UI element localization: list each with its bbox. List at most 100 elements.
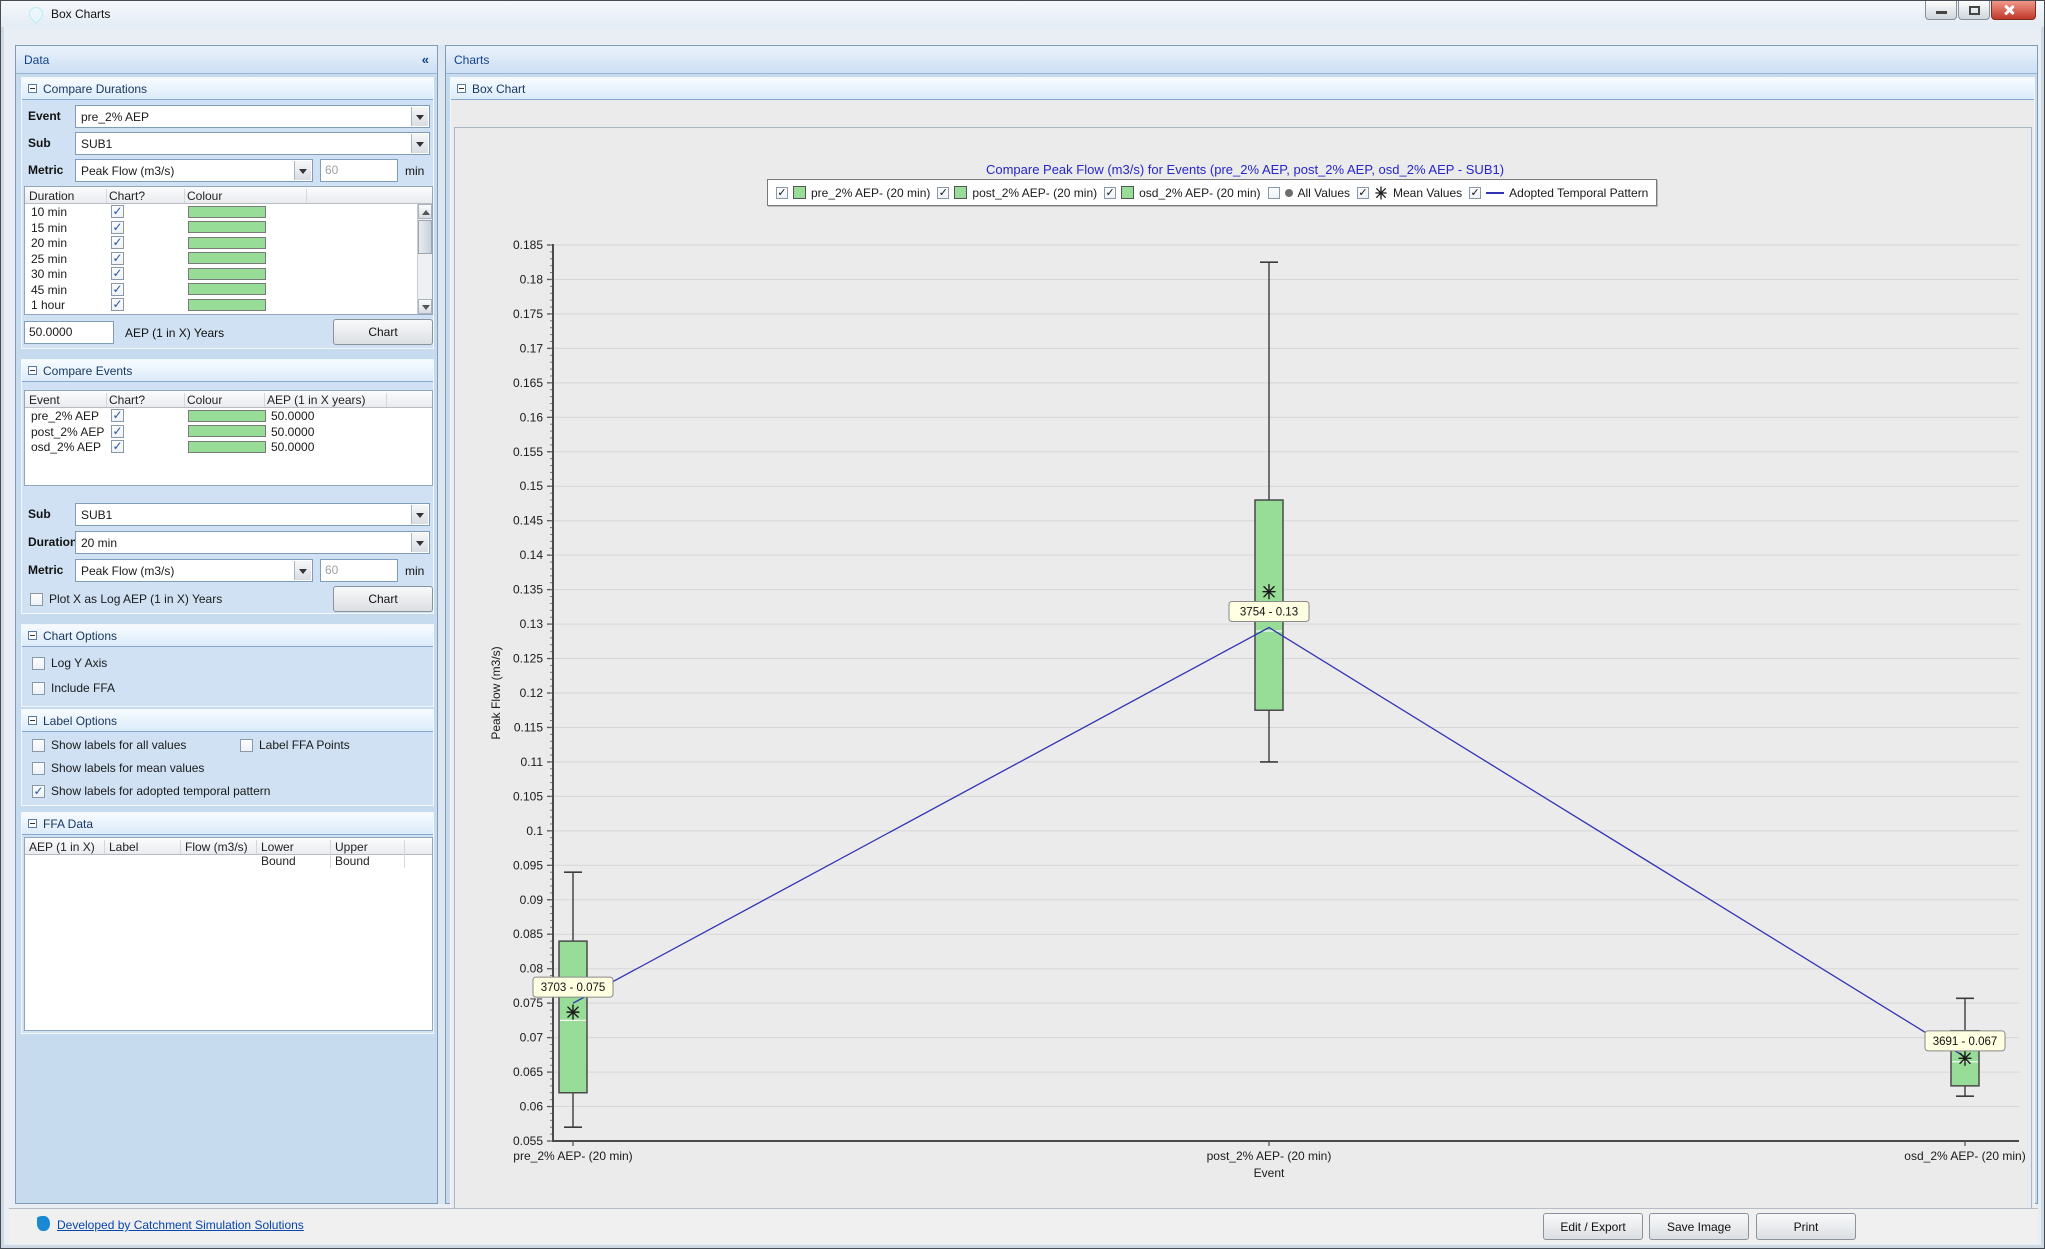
legend-checkbox[interactable]: ✓ (937, 187, 949, 199)
legend-checkbox[interactable]: ✓ (776, 187, 788, 199)
duration-chart-checkbox[interactable]: ✓ (111, 298, 124, 311)
legend-item[interactable]: All Values (1268, 186, 1350, 200)
chevron-down-icon[interactable] (411, 107, 428, 126)
colour-swatch[interactable] (188, 252, 266, 264)
col-colour[interactable]: Colour (187, 393, 265, 407)
collapse-panel-button[interactable]: « (422, 52, 429, 67)
sub-dropdown[interactable]: SUB1 (75, 132, 430, 155)
compare-events-group: Compare Events Event Chart? Colour AEP (… (21, 359, 434, 614)
col-label[interactable]: Label (109, 840, 181, 854)
col-chart[interactable]: Chart? (109, 189, 185, 203)
duration-row[interactable]: 1.50 hour✓ (25, 313, 417, 315)
colour-swatch[interactable] (188, 221, 266, 233)
panel-splitter[interactable] (438, 45, 445, 1204)
event-row[interactable]: post_2% AEP✓50.0000 (25, 424, 432, 440)
colour-swatch[interactable] (188, 283, 266, 295)
chart-button-durations[interactable]: Chart (333, 319, 433, 345)
legend-item[interactable]: ✓Adopted Temporal Pattern (1469, 186, 1648, 200)
include-ffa-checkbox[interactable] (32, 682, 45, 695)
edit-export-button[interactable]: Edit / Export (1543, 1213, 1643, 1240)
colour-swatch[interactable] (188, 410, 266, 422)
legend-checkbox[interactable]: ✓ (1469, 187, 1481, 199)
colour-swatch[interactable] (188, 299, 266, 311)
event-row[interactable]: osd_2% AEP✓50.0000 (25, 439, 432, 455)
developer-link[interactable]: Developed by Catchment Simulation Soluti… (57, 1218, 304, 1232)
box-chart-header[interactable]: Box Chart (451, 78, 2034, 100)
compare-events-header[interactable]: Compare Events (22, 360, 433, 382)
log-y-axis-checkbox[interactable] (32, 657, 45, 670)
duration-row[interactable]: 20 min✓ (25, 235, 417, 251)
metric-dropdown-events[interactable]: Peak Flow (m3/s) (75, 559, 313, 582)
col-duration[interactable]: Duration (29, 189, 107, 203)
legend-checkbox[interactable]: ✓ (1357, 187, 1369, 199)
labels-adopted-pattern-checkbox[interactable]: ✓ (32, 785, 45, 798)
svg-text:3703 - 0.075: 3703 - 0.075 (541, 982, 606, 994)
duration-row[interactable]: 25 min✓ (25, 251, 417, 267)
chevron-down-icon[interactable] (294, 561, 311, 580)
plot-log-checkbox[interactable] (30, 593, 43, 606)
colour-swatch[interactable] (188, 441, 266, 453)
duration-row[interactable]: 10 min✓ (25, 204, 417, 220)
colour-swatch[interactable] (188, 268, 266, 280)
col-event[interactable]: Event (29, 393, 107, 407)
chart-button-events[interactable]: Chart (333, 586, 433, 612)
scroll-down-icon[interactable] (418, 299, 432, 314)
labels-mean-values-checkbox[interactable] (32, 762, 45, 775)
colour-swatch[interactable] (188, 206, 266, 218)
vertical-scrollbar[interactable] (417, 204, 432, 314)
event-chart-checkbox[interactable]: ✓ (111, 425, 124, 438)
chevron-down-icon[interactable] (411, 134, 428, 153)
series-swatch-icon (793, 186, 806, 199)
duration-row[interactable]: 15 min✓ (25, 220, 417, 236)
col-aep[interactable]: AEP (1 in X years) (267, 393, 387, 407)
event-chart-checkbox[interactable]: ✓ (111, 440, 124, 453)
chevron-down-icon[interactable] (411, 533, 428, 552)
col-aep[interactable]: AEP (1 in X) (29, 840, 105, 854)
maximize-button[interactable] (1958, 1, 1990, 20)
metric-minutes-input[interactable]: 60 (320, 559, 398, 582)
close-button[interactable] (1991, 1, 2036, 20)
scroll-up-icon[interactable] (418, 204, 432, 219)
col-flow[interactable]: Flow (m3/s) (185, 840, 257, 854)
duration-row[interactable]: 45 min✓ (25, 282, 417, 298)
metric-minutes-input[interactable]: 60 (320, 159, 398, 182)
duration-chart-checkbox[interactable]: ✓ (111, 236, 124, 249)
duration-row[interactable]: 30 min✓ (25, 266, 417, 282)
duration-chart-checkbox[interactable]: ✓ (111, 283, 124, 296)
duration-chart-checkbox[interactable]: ✓ (111, 205, 124, 218)
metric-dropdown[interactable]: Peak Flow (m3/s) (75, 159, 313, 182)
col-chart[interactable]: Chart? (109, 393, 185, 407)
legend-checkbox[interactable]: ✓ (1104, 187, 1116, 199)
colour-swatch[interactable] (188, 425, 266, 437)
event-dropdown[interactable]: pre_2% AEP (75, 105, 430, 128)
legend-item[interactable]: ✓Mean Values (1357, 186, 1462, 200)
duration-row[interactable]: 1 hour✓ (25, 297, 417, 313)
label-ffa-points-checkbox[interactable] (240, 739, 253, 752)
labels-all-values-checkbox[interactable] (32, 739, 45, 752)
chart-options-header[interactable]: Chart Options (22, 625, 433, 647)
event-chart-checkbox[interactable]: ✓ (111, 409, 124, 422)
colour-swatch[interactable] (188, 237, 266, 249)
col-colour[interactable]: Colour (187, 189, 307, 203)
print-button[interactable]: Print (1756, 1213, 1856, 1240)
sub-dropdown-events[interactable]: SUB1 (75, 503, 430, 526)
event-row[interactable]: pre_2% AEP✓50.0000 (25, 408, 432, 424)
duration-chart-checkbox[interactable]: ✓ (111, 252, 124, 265)
ffa-data-header[interactable]: FFA Data (22, 813, 433, 835)
label-options-header[interactable]: Label Options (22, 710, 433, 732)
legend-checkbox[interactable] (1268, 187, 1280, 199)
chevron-down-icon[interactable] (294, 161, 311, 180)
legend-item[interactable]: ✓pre_2% AEP- (20 min) (776, 186, 930, 200)
legend-item[interactable]: ✓post_2% AEP- (20 min) (937, 186, 1097, 200)
minimize-button[interactable] (1925, 1, 1957, 20)
legend-item[interactable]: ✓osd_2% AEP- (20 min) (1104, 186, 1260, 200)
duration-chart-checkbox[interactable]: ✓ (111, 314, 124, 315)
chevron-down-icon[interactable] (411, 505, 428, 524)
save-image-button[interactable]: Save Image (1649, 1213, 1749, 1240)
duration-chart-checkbox[interactable]: ✓ (111, 267, 124, 280)
duration-dropdown[interactable]: 20 min (75, 531, 430, 554)
compare-durations-header[interactable]: Compare Durations (22, 78, 433, 100)
duration-chart-checkbox[interactable]: ✓ (111, 221, 124, 234)
aep-years-input[interactable]: 50.0000 (24, 321, 114, 344)
scrollbar-thumb[interactable] (418, 220, 432, 254)
